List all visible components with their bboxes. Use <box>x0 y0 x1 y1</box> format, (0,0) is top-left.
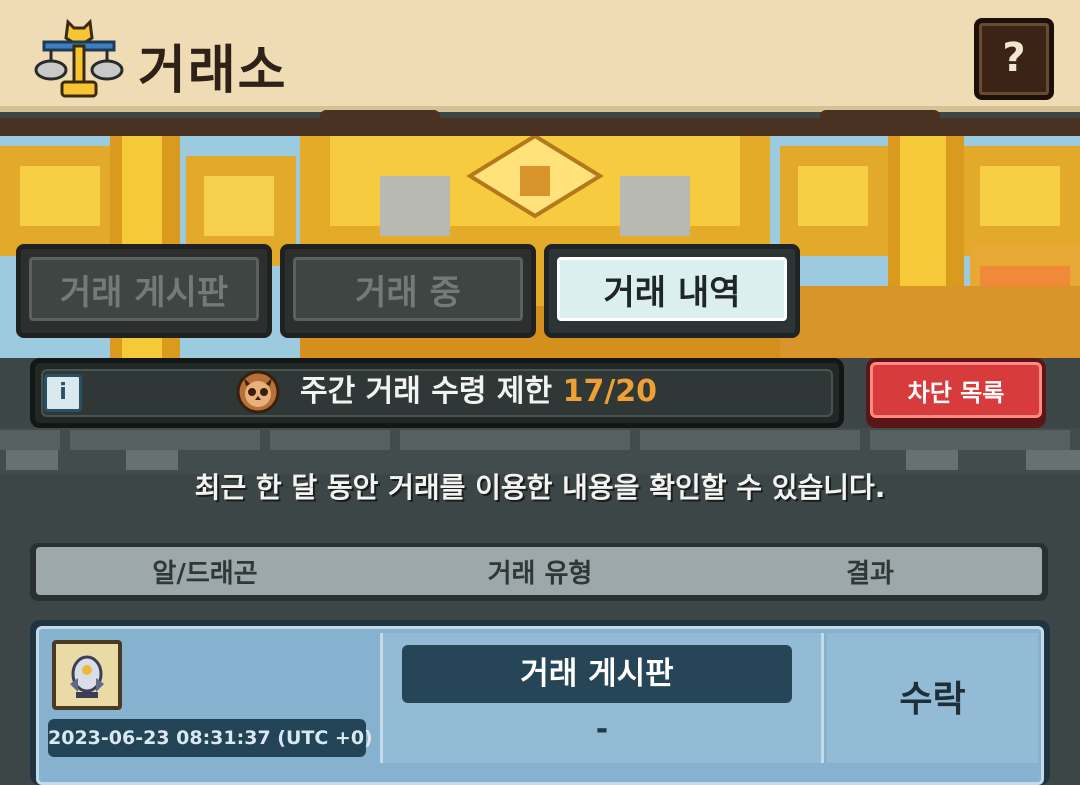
block-list-button[interactable]: 차단 목록 <box>866 358 1046 428</box>
dragon-egg-icon[interactable] <box>52 640 122 710</box>
header-notch <box>820 110 940 122</box>
column-result: 결과 <box>846 559 894 589</box>
block-list-button-label: 차단 목록 <box>870 362 1042 418</box>
wall-brick <box>870 430 1070 450</box>
column-trade-type: 거래 유형 <box>487 559 593 589</box>
tab-trade-board-label: 거래 게시판 <box>29 257 259 321</box>
help-button[interactable]: ? <box>974 18 1054 100</box>
tab-trade-history-label: 거래 내역 <box>557 257 787 321</box>
wall-brick <box>640 430 860 450</box>
trade-type-badge: 거래 게시판 <box>402 645 792 703</box>
weekly-limit-text: 주간 거래 수령 제한 17/20 <box>300 370 657 414</box>
wall-brick <box>400 430 630 450</box>
page-title: 거래소 <box>138 41 288 101</box>
wall-brick <box>270 430 390 450</box>
tab-trade-history[interactable]: 거래 내역 <box>544 244 800 338</box>
trade-date: 2023-06-23 08:31:37 (UTC +0) <box>48 719 373 757</box>
tab-trade-board[interactable]: 거래 게시판 <box>16 244 272 338</box>
weekly-limit-count: 17/20 <box>562 374 658 409</box>
header-notch <box>320 110 440 122</box>
history-notice: 최근 한 달 동안 거래를 이용한 내용을 확인할 수 있습니다. <box>194 471 886 504</box>
column-egg-dragon: 알/드래곤 <box>152 559 258 589</box>
info-icon[interactable]: i <box>44 374 82 412</box>
golden-scales-icon <box>34 18 124 98</box>
tab-trading-label: 거래 중 <box>293 257 523 321</box>
trade-detail: - <box>595 712 609 747</box>
wall-brick <box>0 430 60 450</box>
wall-brick <box>70 430 260 450</box>
tab-trading[interactable]: 거래 중 <box>280 244 536 338</box>
weekly-limit-label: 주간 거래 수령 제한 <box>300 374 553 409</box>
owl-coin-icon <box>236 370 280 414</box>
trade-result: 수락 <box>899 679 966 720</box>
